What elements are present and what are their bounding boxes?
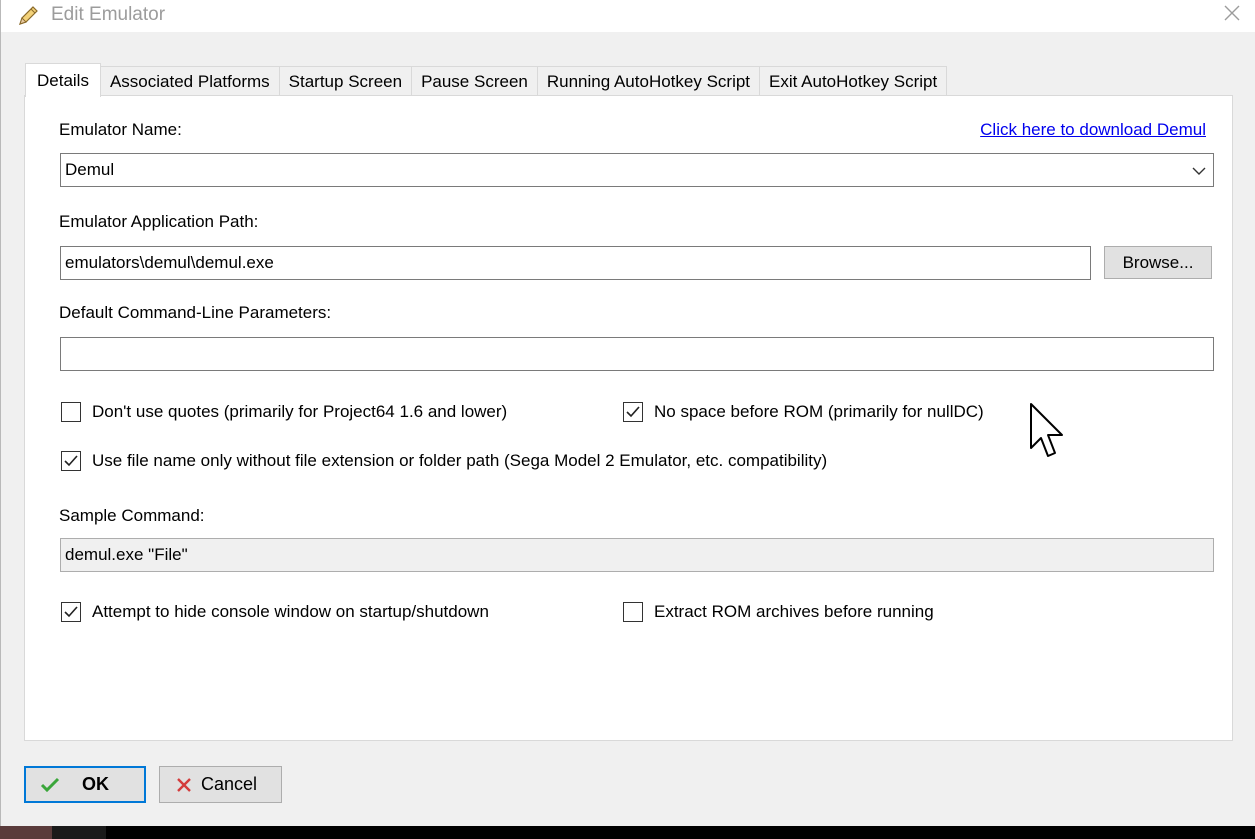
- pencil-icon: [15, 3, 41, 29]
- sample-command-field: demul.exe "File": [60, 538, 1214, 572]
- tab-pause-screen[interactable]: Pause Screen: [411, 66, 538, 96]
- application-path-input[interactable]: emulators\demul\demul.exe: [60, 246, 1091, 280]
- no-space-option[interactable]: No space before ROM (primarily for nullD…: [623, 402, 984, 422]
- tab-details[interactable]: Details: [25, 63, 101, 97]
- command-line-params-input[interactable]: [60, 337, 1214, 371]
- checkmark-icon: [626, 406, 640, 418]
- extract-rom-option[interactable]: Extract ROM archives before running: [623, 602, 934, 622]
- taskbar-thumbnail[interactable]: [52, 826, 106, 839]
- sample-command-label: Sample Command:: [59, 506, 205, 525]
- checkmark-icon: [64, 455, 78, 467]
- mouse-pointer-icon: [1028, 402, 1068, 462]
- tab-associated-platforms[interactable]: Associated Platforms: [99, 66, 280, 96]
- no-quotes-option[interactable]: Don't use quotes (primarily for Project6…: [61, 402, 507, 422]
- command-line-params-label: Default Command-Line Parameters:: [59, 303, 332, 322]
- no-quotes-checkbox[interactable]: [61, 402, 81, 422]
- application-path-value: emulators\demul\demul.exe: [65, 253, 274, 272]
- download-link[interactable]: Click here to download Demul: [980, 120, 1206, 140]
- cancel-label: Cancel: [201, 774, 258, 794]
- check-icon: [40, 777, 60, 793]
- tab-strip: Details Associated Platforms Startup Scr…: [25, 62, 948, 97]
- taskbar-strip: [0, 826, 1255, 839]
- tab-running-autohotkey-script[interactable]: Running AutoHotkey Script: [536, 66, 761, 96]
- no-quotes-label: Don't use quotes (primarily for Project6…: [92, 402, 508, 421]
- file-name-only-option[interactable]: Use file name only without file extensio…: [61, 451, 827, 471]
- ok-label: OK: [82, 774, 109, 794]
- emulator-name-label: Emulator Name:: [59, 120, 182, 139]
- browse-button[interactable]: Browse...: [1104, 246, 1212, 279]
- emulator-name-combo[interactable]: Demul: [60, 153, 1214, 187]
- emulator-name-value: Demul: [65, 160, 115, 179]
- sample-command-value: demul.exe "File": [65, 545, 188, 564]
- window-title: Edit Emulator: [51, 4, 166, 25]
- close-icon: [1223, 4, 1241, 27]
- ok-button[interactable]: OK: [24, 766, 146, 803]
- chevron-down-icon[interactable]: [1191, 163, 1207, 179]
- x-icon: [176, 777, 192, 793]
- extract-rom-label: Extract ROM archives before running: [654, 602, 934, 621]
- no-space-checkbox[interactable]: [623, 402, 643, 422]
- close-button[interactable]: [1209, 0, 1255, 30]
- file-name-only-label: Use file name only without file extensio…: [92, 451, 828, 470]
- tab-exit-autohotkey-script[interactable]: Exit AutoHotkey Script: [759, 66, 948, 96]
- extract-rom-checkbox[interactable]: [623, 602, 643, 622]
- application-path-label: Emulator Application Path:: [59, 212, 259, 231]
- taskbar-thumbnail[interactable]: [0, 826, 52, 839]
- hide-console-checkbox[interactable]: [61, 602, 81, 622]
- title-bar: Edit Emulator: [1, 0, 1255, 32]
- no-space-label: No space before ROM (primarily for nullD…: [654, 402, 984, 421]
- hide-console-option[interactable]: Attempt to hide console window on startu…: [61, 602, 489, 622]
- cancel-button[interactable]: Cancel: [159, 766, 282, 803]
- checkmark-icon: [64, 606, 78, 618]
- tab-startup-screen[interactable]: Startup Screen: [278, 66, 413, 96]
- hide-console-label: Attempt to hide console window on startu…: [92, 602, 489, 621]
- file-name-only-checkbox[interactable]: [61, 451, 81, 471]
